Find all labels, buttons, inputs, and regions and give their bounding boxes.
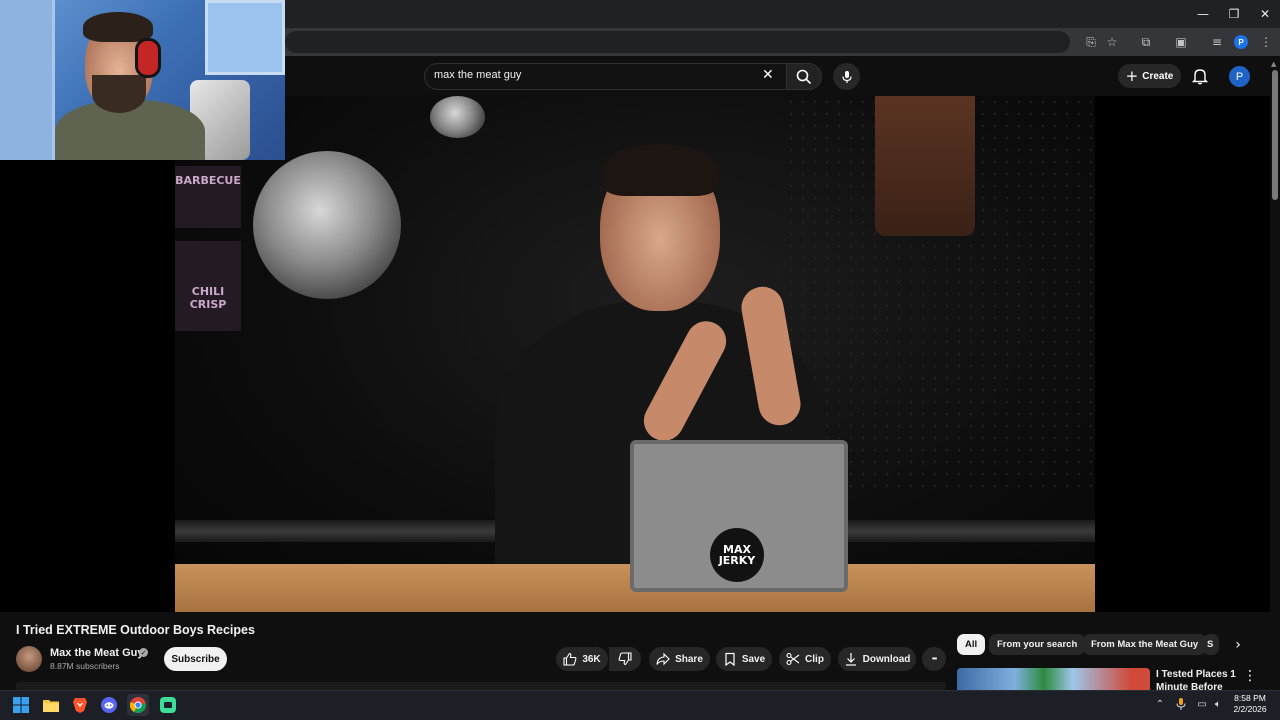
microphone-icon: [841, 70, 852, 83]
webcam-window: [205, 0, 285, 75]
search-query-text: max the meat guy: [434, 69, 522, 81]
chrome-icon: [130, 697, 146, 713]
file-explorer-button[interactable]: [40, 694, 62, 716]
verified-badge-icon: ✓: [139, 648, 148, 657]
more-actions-button[interactable]: •••: [922, 647, 946, 671]
plus-icon: +: [1125, 67, 1139, 85]
bell-icon: [1191, 69, 1209, 85]
chip-truncated[interactable]: S: [1203, 634, 1219, 655]
media-controls-icon[interactable]: ≡: [1208, 33, 1226, 51]
bookmark-star-icon[interactable]: ☆: [1103, 33, 1121, 51]
channel-avatar[interactable]: [16, 646, 42, 672]
address-bar[interactable]: [285, 31, 1070, 53]
chevron-right-icon[interactable]: ›: [1229, 636, 1247, 654]
video-player[interactable]: BARBECUE CHILI CRISP MAX JERKY: [175, 96, 1095, 612]
discord-icon: [101, 697, 117, 713]
webcam-door: [0, 0, 55, 160]
browser-profile-avatar[interactable]: P: [1234, 35, 1248, 49]
voice-search-button[interactable]: [833, 63, 860, 90]
restore-button[interactable]: ❐: [1218, 0, 1250, 28]
scroll-up-arrow[interactable]: ▲: [1271, 60, 1276, 68]
chrome-button[interactable]: [127, 694, 149, 716]
create-button[interactable]: + Create: [1118, 64, 1181, 88]
extensions-icon[interactable]: ⧉: [1137, 33, 1155, 51]
chip-from-channel[interactable]: From Max the Meat Guy: [1083, 634, 1207, 655]
share-icon: [656, 652, 670, 666]
poster-barbecue: BARBECUE: [175, 166, 241, 228]
folder-icon: [43, 700, 59, 712]
download-icon: [845, 653, 856, 666]
clear-search-icon[interactable]: ✕: [762, 67, 774, 83]
brave-browser-button[interactable]: [69, 694, 91, 716]
volume-icon[interactable]: 🔈︎: [1211, 697, 1225, 711]
recommended-video-title[interactable]: I Tested Places 1 Minute Before: [1156, 668, 1236, 690]
video-title: I Tried EXTREME Outdoor Boys Recipes: [16, 623, 255, 637]
save-label: Save: [741, 653, 766, 665]
search-button[interactable]: [786, 63, 822, 90]
like-count: 36K: [582, 653, 601, 665]
windows-taskbar: [0, 690, 1280, 720]
app-launcher-button[interactable]: [157, 694, 179, 716]
install-app-icon[interactable]: ⎘: [1082, 33, 1100, 51]
presenter-hair: [603, 144, 718, 196]
brave-lion-icon: [73, 698, 87, 713]
browser-menu-icon[interactable]: ⋮: [1257, 33, 1275, 51]
share-label: Share: [675, 653, 703, 665]
account-avatar[interactable]: P: [1229, 66, 1250, 87]
description-box[interactable]: [16, 682, 946, 690]
chip-all[interactable]: All: [957, 634, 986, 655]
discord-button[interactable]: [98, 694, 120, 716]
thumbs-down-icon: [618, 652, 632, 666]
clock-date: 2/2/2026: [1233, 704, 1267, 714]
like-button[interactable]: 36K: [556, 647, 608, 671]
network-icon[interactable]: ▭: [1195, 697, 1209, 711]
start-button[interactable]: [10, 694, 32, 716]
download-label: Download: [862, 653, 911, 665]
subscriber-count: 8.87M subscribers: [50, 661, 120, 671]
app-tile-icon: [160, 697, 176, 713]
search-icon: [796, 69, 812, 84]
minimize-button[interactable]: —: [1187, 0, 1219, 28]
channel-name[interactable]: Max the Meat Guy: [50, 647, 144, 659]
download-button[interactable]: Download: [838, 647, 916, 671]
logo-line-2: JERKY: [718, 554, 756, 567]
cutting-board: [875, 96, 975, 236]
clip-button[interactable]: Clip: [779, 647, 831, 671]
windows-logo-icon: [13, 697, 29, 713]
clock-time: 8:58 PM: [1234, 693, 1266, 703]
max-jerky-logo: MAX JERKY: [710, 528, 764, 582]
clip-label: Clip: [805, 653, 824, 665]
headset-icon: [135, 38, 161, 78]
scissors-icon: [786, 652, 800, 666]
webcam-overlay: [0, 0, 285, 160]
scroll-thumb[interactable]: [1272, 70, 1278, 200]
dislike-button[interactable]: [609, 647, 641, 671]
bookmark-icon: [725, 652, 735, 666]
hanging-pan-small: [430, 96, 485, 138]
poster-chili-crisp: CHILI CRISP: [175, 241, 241, 331]
save-button[interactable]: Save: [716, 647, 772, 671]
hanging-pan: [253, 151, 401, 299]
close-window-button[interactable]: ✕: [1249, 0, 1280, 28]
split-view-icon[interactable]: ▣: [1172, 33, 1190, 51]
system-clock[interactable]: 8:58 PM 2/2/2026: [1228, 693, 1272, 715]
create-label: Create: [1142, 70, 1174, 82]
streamer-hair: [83, 12, 153, 42]
chip-from-your-search[interactable]: From your search: [989, 634, 1086, 655]
microphone-tray-icon[interactable]: [1174, 697, 1188, 711]
notifications-button[interactable]: [1190, 66, 1210, 86]
subscribe-button[interactable]: Subscribe: [164, 647, 227, 671]
streamer-beard: [92, 75, 146, 113]
recommended-more-icon[interactable]: ⋮: [1243, 668, 1257, 684]
thumbs-up-icon: [563, 652, 577, 666]
share-button[interactable]: Share: [649, 647, 710, 671]
recommended-video-thumbnail[interactable]: [957, 668, 1150, 690]
tray-overflow-chevron-icon[interactable]: ⌃: [1153, 697, 1167, 711]
